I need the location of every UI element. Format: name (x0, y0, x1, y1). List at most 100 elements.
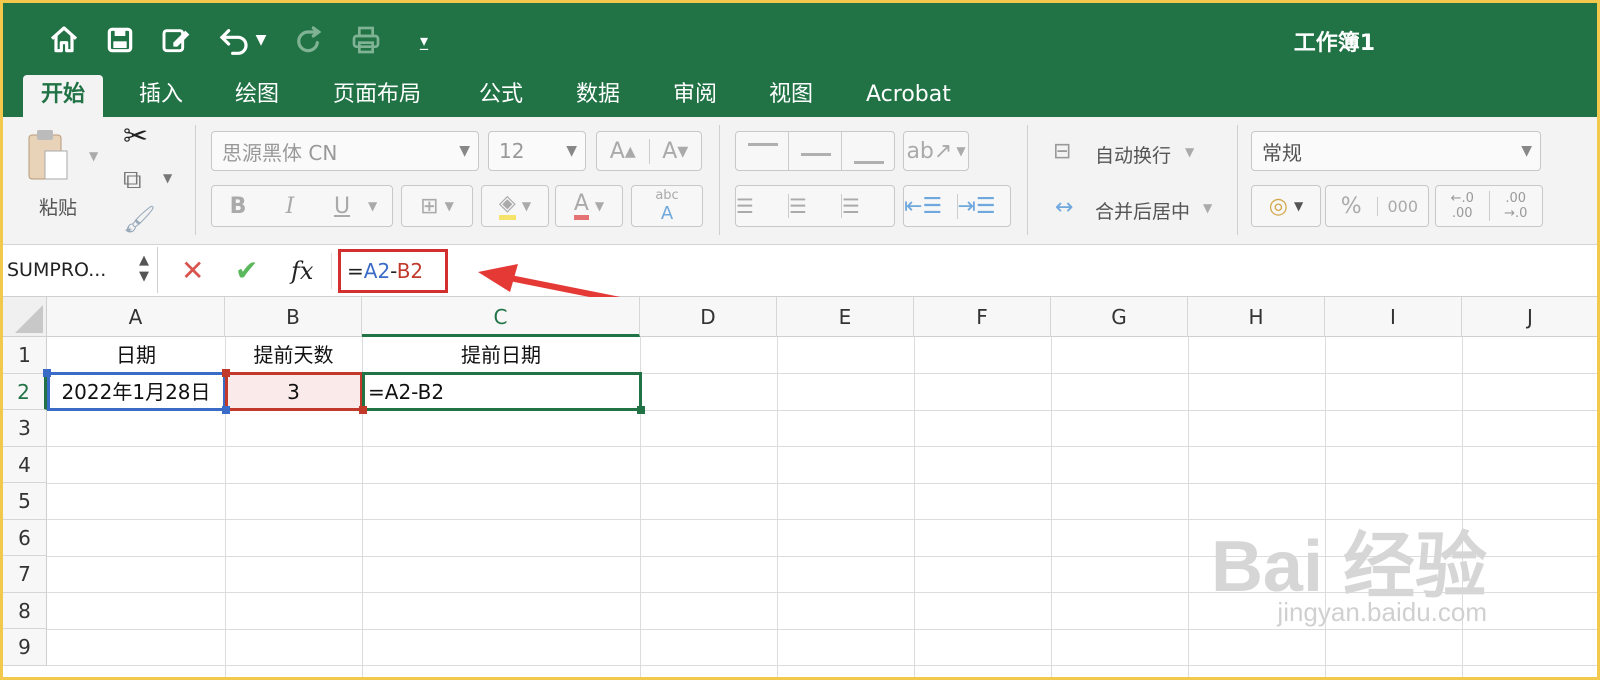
undo-dropdown-icon[interactable]: ▼ (251, 21, 271, 59)
tab-review[interactable]: 审阅 (655, 75, 735, 117)
row-header-6[interactable]: 6 (3, 519, 47, 556)
phonetic-icon: A (660, 203, 674, 224)
decrease-decimal-icon[interactable]: .00 →.0 (1488, 191, 1543, 221)
borders-dropdown-icon: ▼ (444, 199, 454, 213)
tab-home[interactable]: 开始 (23, 75, 104, 117)
currency-button[interactable]: ◎ ▼ (1251, 185, 1321, 227)
thousands-button[interactable]: 000 (1376, 196, 1429, 216)
increase-indent-icon[interactable]: ⇥☰ (956, 193, 1011, 219)
align-middle-icon[interactable] (788, 132, 841, 170)
column-header-h[interactable]: H (1188, 297, 1325, 337)
bold-button[interactable]: B (212, 194, 264, 219)
redo-icon[interactable] (289, 21, 327, 59)
paste-icon[interactable] (25, 127, 71, 185)
decrease-font-icon[interactable]: A▾ (648, 138, 702, 164)
row-header-7[interactable]: 7 (3, 556, 47, 593)
cell-c2[interactable]: =A2-B2 (368, 374, 638, 411)
align-right-icon[interactable]: ☰ (841, 194, 894, 218)
cancel-formula-icon[interactable]: ✕ (181, 253, 204, 289)
column-header-b[interactable]: B (225, 297, 362, 337)
align-line (854, 161, 884, 164)
increase-decimal-icon[interactable]: ←.0.00 (1436, 191, 1489, 221)
cell-a2[interactable]: 2022年1月28日 (47, 374, 225, 411)
tab-page-layout[interactable]: 页面布局 (315, 75, 439, 117)
name-box-stepper-icon[interactable]: ▲ ▼ (139, 253, 149, 285)
formula-bar: SUMPRO... ▲ ▼ ✕ ✔ fx =A2-B2 (3, 245, 1597, 297)
column-header-c[interactable]: C (362, 297, 640, 337)
confirm-formula-icon[interactable]: ✔ (235, 253, 258, 289)
undo-icon[interactable] (215, 21, 253, 59)
column-header-g[interactable]: G (1051, 297, 1188, 337)
formula-input[interactable]: =A2-B2 (338, 249, 448, 293)
tab-view[interactable]: 视图 (751, 75, 831, 117)
column-header-i[interactable]: I (1325, 297, 1462, 337)
borders-button[interactable]: ⊞ ▼ (401, 185, 473, 227)
formula-bar-divider (331, 253, 332, 289)
increase-font-icon[interactable]: A▴ (597, 139, 649, 164)
column-header-a[interactable]: A (47, 297, 225, 337)
fill-handle[interactable] (637, 406, 645, 414)
row-header-3[interactable]: 3 (3, 410, 47, 447)
row-header-5[interactable]: 5 (3, 483, 47, 520)
column-header-d[interactable]: D (640, 297, 777, 337)
font-color-button[interactable]: A ▼ (555, 185, 623, 227)
fill-color-button[interactable]: ◈ ▼ (481, 185, 549, 227)
merge-dropdown-icon[interactable]: ▼ (1203, 201, 1212, 215)
copy-dropdown-icon[interactable]: ▼ (163, 171, 172, 185)
select-all-corner[interactable] (3, 297, 47, 337)
row-header-1[interactable]: 1 (3, 337, 47, 374)
paste-label[interactable]: 粘贴 (39, 193, 77, 220)
underline-dropdown-icon[interactable]: ▼ (368, 199, 377, 213)
column-header-e[interactable]: E (777, 297, 914, 337)
font-grow-shrink-group: A▴ A▾ (596, 131, 702, 171)
phonetic-button[interactable]: abc A (631, 185, 703, 227)
align-center-icon[interactable]: ☰ (788, 194, 841, 218)
cut-icon[interactable]: ✂ (123, 119, 148, 154)
tab-draw[interactable]: 绘图 (217, 75, 297, 117)
wrap-text-button[interactable]: 自动换行 (1095, 141, 1171, 168)
tab-acrobat[interactable]: Acrobat (848, 75, 969, 117)
gridline (914, 337, 915, 677)
row-header-4[interactable]: 4 (3, 446, 47, 483)
align-left-icon[interactable]: ☰ (736, 194, 788, 218)
formula-ref-b: B2 (396, 259, 424, 283)
merge-center-button[interactable]: 合并后居中 (1095, 197, 1190, 224)
customize-toolbar-icon[interactable]: ▾̲ (405, 21, 443, 59)
cell-b2[interactable]: 3 (225, 374, 362, 411)
gridline (1051, 337, 1052, 677)
tab-data[interactable]: 数据 (558, 75, 638, 117)
italic-button[interactable]: I (264, 194, 316, 219)
font-name-select[interactable]: 思源黑体 CN ▼ (211, 131, 479, 171)
merge-icon[interactable]: ↔ (1055, 195, 1073, 220)
wrap-dropdown-icon[interactable]: ▼ (1185, 145, 1194, 159)
number-format-select[interactable]: 常规 ▼ (1251, 131, 1541, 171)
row-header-8[interactable]: 8 (3, 592, 47, 629)
column-header-f[interactable]: F (914, 297, 1051, 337)
format-painter-icon[interactable]: 🖌 (123, 205, 156, 235)
home-icon[interactable] (45, 21, 83, 59)
cell-a1[interactable]: 日期 (47, 337, 225, 374)
percent-button[interactable]: % (1326, 194, 1377, 219)
save-icon[interactable] (101, 21, 139, 59)
orientation-button[interactable]: ab↗ ▼ (903, 131, 969, 171)
edit-document-icon[interactable] (157, 21, 195, 59)
wrap-text-icon[interactable]: ⊟ (1053, 139, 1071, 164)
font-color-dropdown-icon: ▼ (594, 199, 605, 213)
align-bottom-icon[interactable] (841, 132, 894, 170)
row-header-2[interactable]: 2 (3, 373, 47, 410)
row-header-9[interactable]: 9 (3, 629, 47, 666)
name-box[interactable]: SUMPRO... ▲ ▼ (3, 247, 158, 293)
column-header-j[interactable]: J (1462, 297, 1597, 337)
insert-function-button[interactable]: fx (291, 253, 313, 289)
underline-button[interactable]: U (316, 194, 368, 219)
tab-formulas[interactable]: 公式 (461, 75, 541, 117)
gridline (47, 446, 1597, 447)
paste-dropdown-icon[interactable]: ▼ (89, 149, 98, 163)
decrease-indent-icon[interactable]: ⇤☰ (904, 194, 957, 219)
print-icon[interactable] (347, 21, 385, 59)
copy-icon[interactable]: ⧉ (123, 165, 142, 196)
font-size-select[interactable]: 12 ▼ (488, 131, 586, 171)
cell-b1[interactable]: 提前天数 (225, 337, 362, 374)
cell-c1[interactable]: 提前日期 (362, 337, 640, 374)
tab-insert[interactable]: 插入 (121, 75, 201, 117)
